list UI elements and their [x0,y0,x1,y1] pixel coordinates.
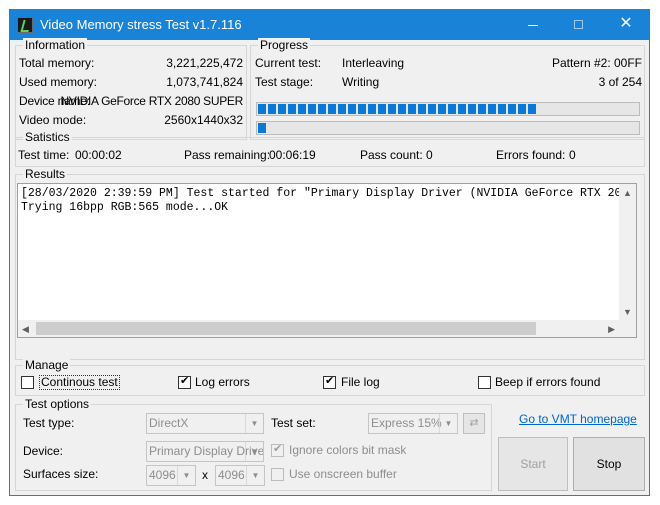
title-bar[interactable]: Video Memory stress Test v1.7.116 ✕ [10,10,649,40]
start-button[interactable]: Start [498,437,568,491]
use-onscreen-checkbox[interactable] [271,468,284,481]
pass-count-value: 0 [426,148,433,162]
test-set-value: Express 15% [371,416,442,430]
pass-count-label: Pass count: [360,148,423,162]
pass-remaining-label: Pass remaining: [184,148,271,162]
results-log[interactable]: [28/03/2020 2:39:59 PM] Test started for… [17,183,637,338]
file-log-checkbox[interactable] [323,375,336,389]
surface-height-select[interactable]: 4096 ▼ [215,465,265,486]
total-memory-label: Total memory: [19,56,95,70]
test-type-value: DirectX [149,416,189,430]
statistics-group: Satistics Test time: 00:00:02 Pass remai… [15,130,645,167]
window-title: Video Memory stress Test v1.7.116 [40,17,242,32]
progress-group: Progress Current test: Interleaving Patt… [250,38,645,140]
file-log-label[interactable]: File log [341,375,380,390]
log-errors-checkbox[interactable] [178,375,191,389]
total-memory-value: 3,221,225,472 [166,56,243,70]
used-memory-label: Used memory: [19,75,98,89]
video-mode-label: Video mode: [19,113,87,127]
test-progress-fill [258,104,537,114]
main-window: Video Memory stress Test v1.7.116 ✕ Info… [9,9,650,496]
information-group: Information Total memory: 3,221,225,472 … [15,38,247,140]
scroll-left-icon[interactable]: ◀ [22,324,29,334]
results-text[interactable]: [28/03/2020 2:39:59 PM] Test started for… [21,187,619,319]
test-type-label: Test type: [23,416,75,430]
errors-found-label: Errors found: [496,148,566,162]
scroll-up-icon[interactable]: ▲ [623,188,632,198]
log-line: [28/03/2020 2:39:59 PM] Test started for… [21,187,619,200]
log-line: Trying 16bpp RGB:565 mode...OK [21,201,229,214]
surface-height-value: 4096 [218,468,245,482]
use-onscreen-label[interactable]: Use onscreen buffer [289,467,397,482]
surface-width-select[interactable]: 4096 ▼ [146,465,196,486]
scroll-corner [619,320,636,337]
test-progress-bar [256,102,640,116]
pattern-value: Pattern #2: 00FF [551,56,642,70]
minimize-button[interactable] [510,10,556,40]
surfaces-size-label: Surfaces size: [23,467,99,481]
stage-progress-fill [258,123,266,133]
test-stage-value: Writing [342,75,380,89]
horizontal-scroll-thumb[interactable] [36,322,536,335]
chevron-down-icon: ▼ [245,442,263,461]
test-time-value: 00:00:02 [75,148,122,162]
vertical-scrollbar[interactable]: ▲ ▼ [619,184,636,320]
test-type-select[interactable]: DirectX ▼ [146,413,264,434]
test-time-label: Test time: [18,148,70,162]
device-label: Device: [23,444,64,458]
scroll-down-icon[interactable]: ▼ [623,307,632,317]
results-legend: Results [23,167,68,181]
test-stage-label: Test stage: [255,75,314,89]
device-select[interactable]: Primary Display Driver ▼ [146,441,264,462]
progress-legend: Progress [258,38,311,52]
video-mode-value: 2560x1440x32 [164,113,243,127]
test-set-select[interactable]: Express 15% ▼ [368,413,458,434]
app-icon [17,17,33,33]
manage-legend: Manage [23,358,71,372]
used-memory-value: 1,073,741,824 [166,75,243,89]
pass-remaining-value: 00:06:19 [269,148,316,162]
surface-x-label: x [202,468,208,482]
refresh-test-set-button[interactable]: ⇄ [463,413,485,434]
chevron-down-icon: ▼ [177,466,195,485]
stage-count-value: 3 of 254 [598,75,642,89]
continous-test-label[interactable]: Continous test [39,375,120,390]
stop-button[interactable]: Stop [573,437,645,491]
ignore-colors-label[interactable]: Ignore colors bit mask [289,443,406,458]
vmt-homepage-link[interactable]: Go to VMT homepage [519,412,637,426]
stage-progress-bar [256,121,640,135]
close-button[interactable]: ✕ [603,10,649,40]
close-icon: ✕ [619,15,633,32]
test-options-legend: Test options [23,397,92,411]
device-name-value: NVIDIA GeForce RTX 2080 SUPER [60,94,244,108]
information-legend: Information [23,38,88,52]
beep-if-errors-checkbox[interactable] [478,376,491,389]
refresh-icon: ⇄ [469,417,479,429]
current-test-value: Interleaving [342,56,405,70]
horizontal-scrollbar[interactable]: ◀ ▶ [18,320,619,337]
log-errors-label[interactable]: Log errors [195,375,250,390]
statistics-legend: Satistics [23,130,72,144]
ignore-colors-checkbox[interactable] [271,443,284,457]
chevron-down-icon: ▼ [439,414,457,433]
continous-test-checkbox[interactable] [21,376,34,389]
maximize-button[interactable] [556,10,602,40]
current-test-label: Current test: [255,56,322,70]
chevron-down-icon: ▼ [246,466,264,485]
test-set-label: Test set: [271,416,316,430]
chevron-down-icon: ▼ [245,414,263,433]
surface-width-value: 4096 [149,468,176,482]
beep-if-errors-label[interactable]: Beep if errors found [495,375,600,390]
scroll-right-icon[interactable]: ▶ [608,324,615,334]
errors-found-value: 0 [569,148,576,162]
